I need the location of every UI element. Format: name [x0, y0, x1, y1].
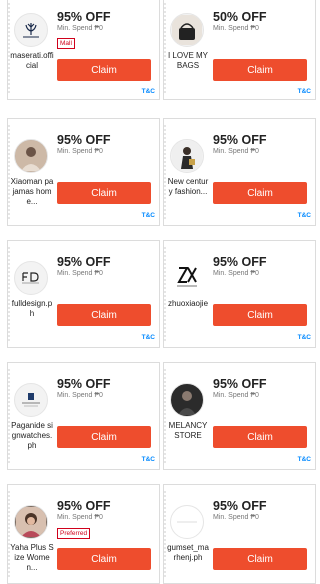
- claim-button[interactable]: Claim: [213, 548, 307, 570]
- terms-link[interactable]: T&C: [142, 212, 155, 219]
- voucher-details: 95% OFF Min. Spend ₱0 Claim T&C: [57, 241, 155, 347]
- min-spend: Min. Spend ₱0: [57, 25, 103, 32]
- claim-button[interactable]: Claim: [57, 182, 151, 204]
- voucher-grid: maserati.official 95% OFF Min. Spend ₱0 …: [0, 0, 316, 584]
- discount-title: 95% OFF: [213, 377, 267, 391]
- voucher-details: 50% OFF Min. Spend ₱0 Claim T&C: [213, 0, 311, 99]
- claim-button[interactable]: Claim: [57, 548, 151, 570]
- voucher-card: MELANCY STORE 95% OFF Min. Spend ₱0 Clai…: [163, 362, 316, 470]
- discount-title: 95% OFF: [57, 255, 111, 269]
- voucher-details: 95% OFF Min. Spend ₱0 Claim T&C: [213, 119, 311, 225]
- discount-title: 95% OFF: [213, 255, 267, 269]
- voucher-details: 95% OFF Min. Spend ₱0 Claim: [213, 485, 311, 583]
- discount-title: 95% OFF: [57, 499, 111, 513]
- shop-info[interactable]: gumset_marhenj.ph: [166, 485, 210, 583]
- voucher-card: Paganide signwatches.ph 95% OFF Min. Spe…: [7, 362, 160, 470]
- voucher-details: 95% OFF Min. Spend ₱0 Preferred Claim: [57, 485, 155, 583]
- min-spend: Min. Spend ₱0: [213, 514, 259, 521]
- shop-info[interactable]: MELANCY STORE: [166, 363, 210, 469]
- claim-button[interactable]: Claim: [213, 59, 307, 81]
- mall-badge: Mall: [57, 38, 75, 49]
- claim-button[interactable]: Claim: [213, 304, 307, 326]
- claim-button[interactable]: Claim: [57, 304, 151, 326]
- terms-link[interactable]: T&C: [298, 456, 311, 463]
- min-spend: Min. Spend ₱0: [213, 25, 259, 32]
- watch-logo-icon: [14, 383, 48, 417]
- shop-info[interactable]: Xiaoman pajamas home...: [10, 119, 54, 225]
- shop-name: Xiaoman pajamas home...: [10, 177, 54, 206]
- preferred-badge: Preferred: [57, 528, 91, 539]
- terms-link[interactable]: T&C: [298, 88, 311, 95]
- person-photo-icon: [14, 505, 48, 539]
- voucher-card: zhuoxiaojie 95% OFF Min. Spend ₱0 Claim …: [163, 240, 316, 348]
- discount-title: 95% OFF: [57, 133, 111, 147]
- voucher-card: Yaha Plus Size Women... 95% OFF Min. Spe…: [7, 484, 160, 584]
- person-photo-icon: [14, 139, 48, 173]
- min-spend: Min. Spend ₱0: [57, 148, 103, 155]
- shop-info[interactable]: fulldesign.ph: [10, 241, 54, 347]
- shop-info[interactable]: Yaha Plus Size Women...: [10, 485, 54, 583]
- shop-info[interactable]: I LOVE MY BAGS: [166, 0, 210, 95]
- shop-info[interactable]: maserati.official: [10, 0, 54, 95]
- shop-info[interactable]: zhuoxiaojie: [166, 241, 210, 347]
- person-photo-icon: [170, 383, 204, 417]
- terms-link[interactable]: T&C: [298, 212, 311, 219]
- shop-info[interactable]: New century fashion...: [166, 119, 210, 225]
- discount-title: 95% OFF: [57, 10, 111, 24]
- min-spend: Min. Spend ₱0: [57, 392, 103, 399]
- zx-logo-icon: [170, 261, 204, 295]
- terms-link[interactable]: T&C: [142, 456, 155, 463]
- claim-button[interactable]: Claim: [213, 426, 307, 448]
- shop-name: Paganide signwatches.ph: [11, 421, 53, 450]
- voucher-card: I LOVE MY BAGS 50% OFF Min. Spend ₱0 Cla…: [163, 0, 316, 100]
- shop-name: New century fashion...: [167, 177, 209, 196]
- shop-name: fulldesign.ph: [11, 299, 53, 318]
- discount-title: 50% OFF: [213, 10, 267, 24]
- handbag-photo-icon: [170, 13, 204, 47]
- claim-button[interactable]: Claim: [213, 182, 307, 204]
- voucher-details: 95% OFF Min. Spend ₱0 Claim T&C: [57, 119, 155, 225]
- shop-name: maserati.official: [10, 51, 54, 70]
- discount-title: 95% OFF: [213, 133, 267, 147]
- maserati-trident-icon: [14, 13, 48, 47]
- voucher-details: 95% OFF Min. Spend ₱0 Claim T&C: [57, 363, 155, 469]
- shop-info[interactable]: Paganide signwatches.ph: [10, 363, 54, 469]
- voucher-card: New century fashion... 95% OFF Min. Spen…: [163, 118, 316, 226]
- shop-name: zhuoxiaojie: [167, 299, 209, 308]
- voucher-card: fulldesign.ph 95% OFF Min. Spend ₱0 Clai…: [7, 240, 160, 348]
- min-spend: Min. Spend ₱0: [57, 270, 103, 277]
- terms-link[interactable]: T&C: [298, 334, 311, 341]
- shop-name: I LOVE MY BAGS: [167, 51, 208, 70]
- min-spend: Min. Spend ₱0: [57, 514, 103, 521]
- discount-title: 95% OFF: [57, 377, 111, 391]
- min-spend: Min. Spend ₱0: [213, 148, 259, 155]
- person-photo-icon: [170, 139, 204, 173]
- voucher-details: 95% OFF Min. Spend ₱0 Claim T&C: [213, 363, 311, 469]
- voucher-card: Xiaoman pajamas home... 95% OFF Min. Spe…: [7, 118, 160, 226]
- min-spend: Min. Spend ₱0: [213, 270, 259, 277]
- voucher-card: maserati.official 95% OFF Min. Spend ₱0 …: [7, 0, 160, 100]
- claim-button[interactable]: Claim: [57, 426, 151, 448]
- voucher-details: 95% OFF Min. Spend ₱0 Claim T&C: [213, 241, 311, 347]
- shop-name: MELANCY STORE: [168, 421, 208, 440]
- shop-name: Yaha Plus Size Women...: [10, 543, 54, 572]
- terms-link[interactable]: T&C: [142, 88, 155, 95]
- terms-link[interactable]: T&C: [142, 334, 155, 341]
- shop-name: gumset_marhenj.ph: [167, 543, 209, 562]
- claim-button[interactable]: Claim: [57, 59, 151, 81]
- min-spend: Min. Spend ₱0: [213, 392, 259, 399]
- fd-logo-icon: [14, 261, 48, 295]
- voucher-details: 95% OFF Min. Spend ₱0 Mall Claim T&C: [57, 0, 155, 99]
- gumset-logo-icon: [170, 505, 204, 539]
- discount-title: 95% OFF: [213, 499, 267, 513]
- voucher-card: gumset_marhenj.ph 95% OFF Min. Spend ₱0 …: [163, 484, 316, 584]
